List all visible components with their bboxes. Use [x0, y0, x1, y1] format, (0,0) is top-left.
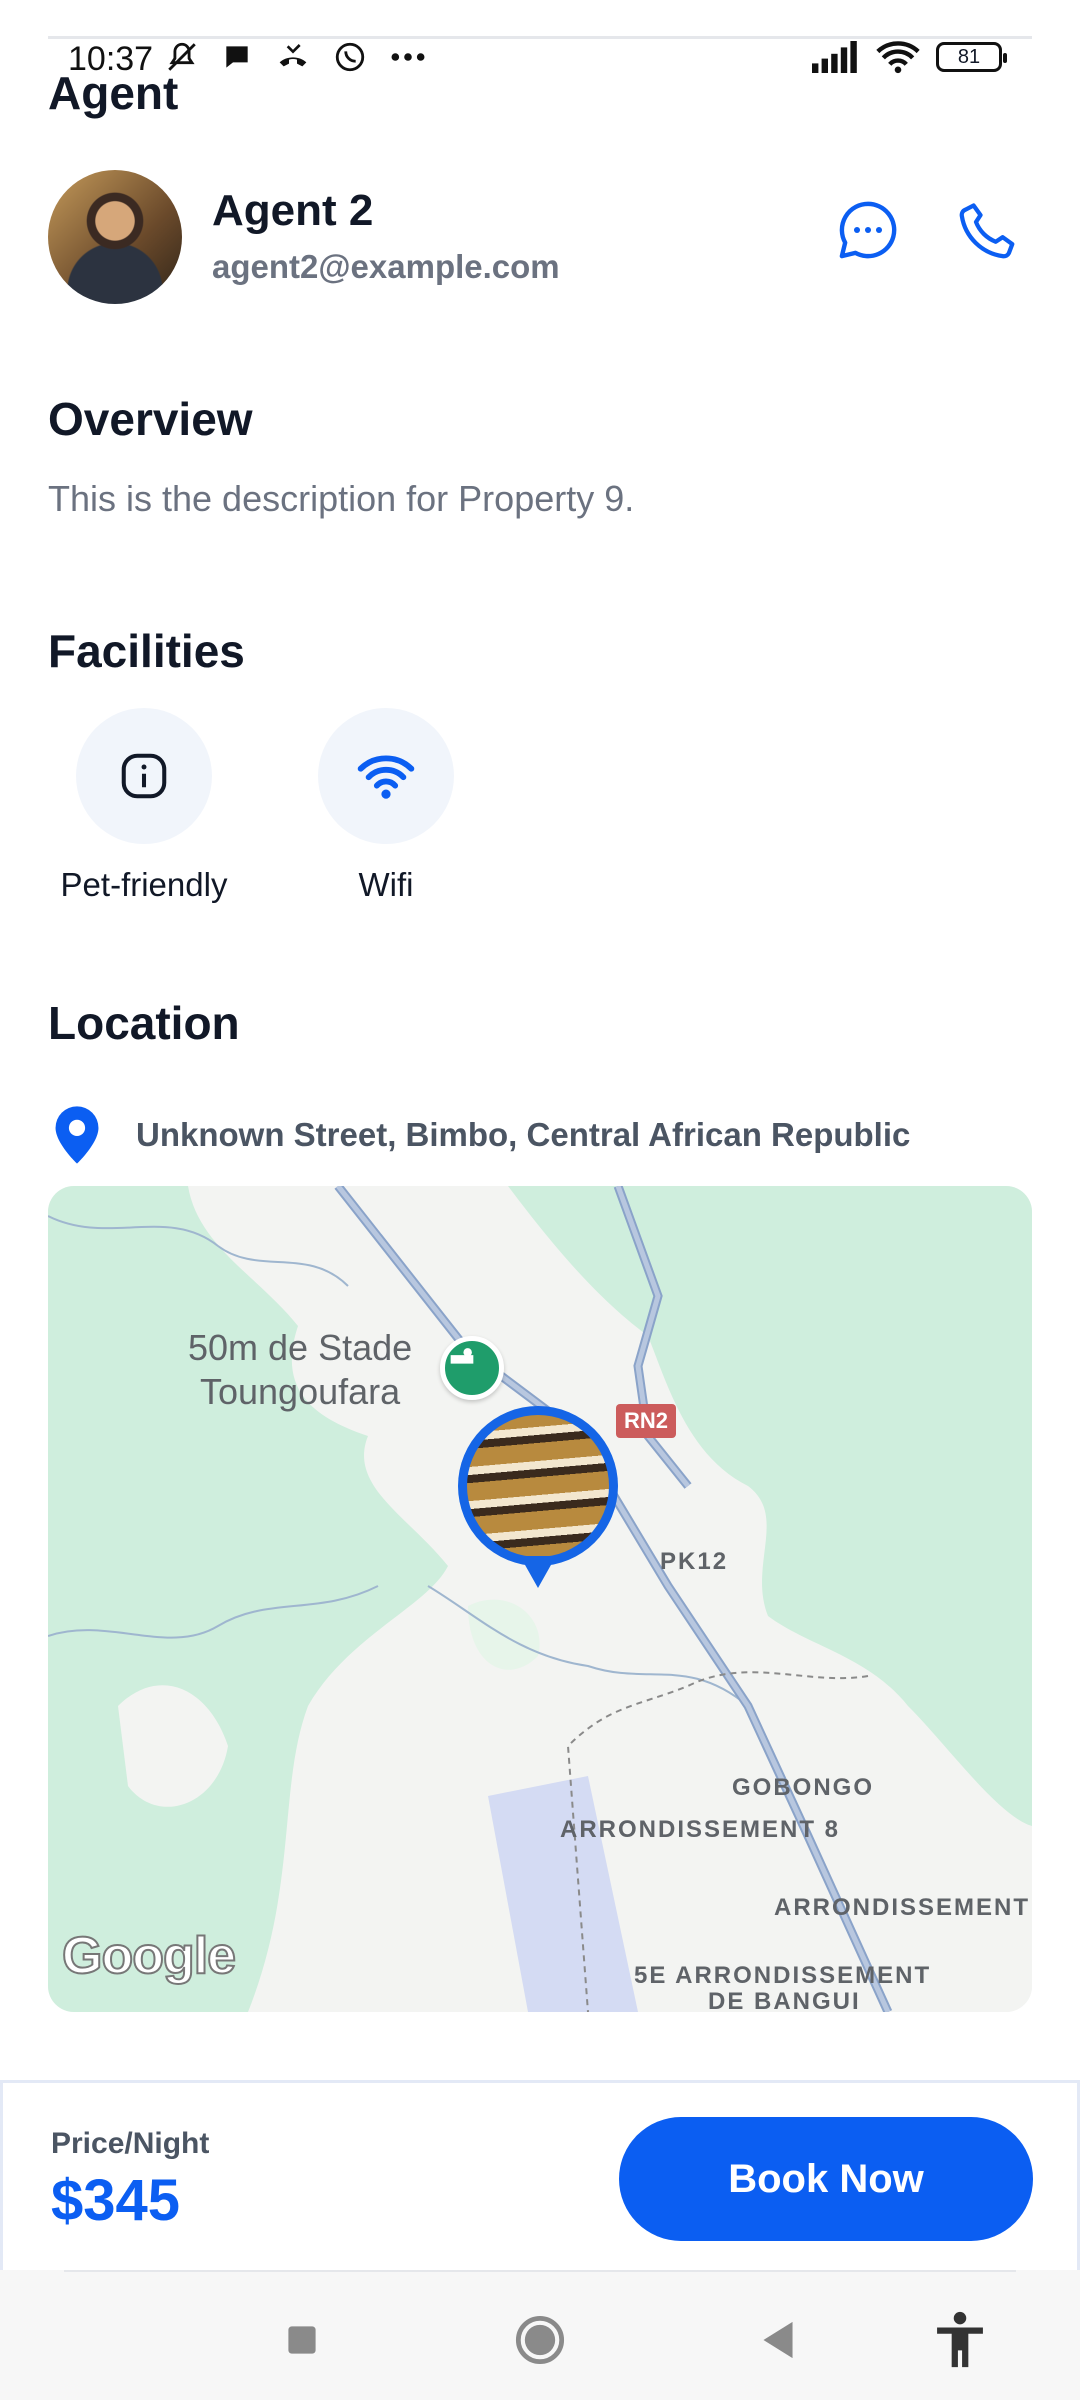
marker-tip: [520, 1556, 556, 1588]
battery-icon: 81: [936, 42, 1007, 72]
back-triangle-icon: [763, 2321, 793, 2359]
home-circle-icon: [515, 2315, 565, 2365]
google-logo: Google: [61, 1926, 237, 1986]
location-address: Unknown Street, Bimbo, Central African R…: [136, 1116, 911, 1153]
message-icon: [839, 201, 897, 259]
status-divider: [48, 36, 1032, 39]
call-agent-button[interactable]: [950, 192, 1026, 268]
stadium-poi-icon[interactable]: [440, 1336, 504, 1400]
accessibility-button[interactable]: [930, 2310, 990, 2370]
facility-pet-friendly: Pet-friendly: [54, 708, 234, 904]
marker-frame: [458, 1406, 618, 1566]
map-place-label: 50m de Stade Toungoufara: [188, 1327, 413, 1412]
accessibility-icon: [937, 2311, 983, 2368]
phone-icon: [959, 203, 1015, 259]
agent-section-title: Agent: [48, 67, 179, 119]
map-label-arrondissement-5: 5E ARRONDISSEMENT: [634, 1962, 932, 1989]
agent-name: Agent 2: [212, 186, 374, 235]
notification-icons: [165, 40, 427, 74]
location-pin-icon: [55, 1106, 99, 1164]
facilities-title: Facilities: [48, 625, 245, 677]
price-value: $345: [51, 2168, 181, 2233]
map-label-pk12: PK12: [660, 1548, 729, 1575]
price-label: Price/Night: [51, 2127, 210, 2160]
location-map[interactable]: 50m de Stade Toungoufara RN2 PK12 GOBONG…: [48, 1186, 1032, 2012]
agent-card: Agent 2 agent2@example.com: [48, 168, 1032, 306]
overview-description: This is the description for Property 9.: [48, 478, 635, 519]
facility-wifi: Wifi: [296, 708, 476, 904]
property-map-marker[interactable]: [458, 1406, 618, 1596]
recents-button[interactable]: [272, 2310, 332, 2370]
chat-bubble-icon: [226, 46, 248, 68]
missed-call-icon: [279, 44, 307, 67]
overview-title: Overview: [48, 393, 253, 445]
map-label-gobongo: GOBONGO: [732, 1774, 875, 1801]
system-navigation-bar: [0, 2270, 1080, 2400]
book-now-button[interactable]: Book Now: [619, 2117, 1033, 2241]
facility-icon-container: [318, 708, 454, 844]
system-icons: 81: [812, 40, 1007, 74]
back-button[interactable]: [748, 2310, 808, 2370]
facility-icon-container: [76, 708, 212, 844]
map-background: [48, 1186, 1032, 2012]
recents-square-icon: [288, 2326, 316, 2354]
agent-email: agent2@example.com: [212, 248, 560, 285]
facility-label: Wifi: [358, 866, 414, 903]
wifi-icon: [357, 755, 415, 799]
info-icon: [121, 753, 167, 799]
more-dots-icon: [391, 53, 425, 61]
facility-label: Pet-friendly: [60, 866, 228, 903]
home-button[interactable]: [510, 2310, 570, 2370]
property-thumbnail: [467, 1415, 609, 1557]
signal-icon: [812, 41, 857, 73]
map-label-arrondissement-8: ARRONDISSEMENT 8: [560, 1816, 841, 1843]
location-address-row: Unknown Street, Bimbo, Central African R…: [48, 1100, 1032, 1170]
whatsapp-icon: [335, 42, 365, 72]
message-agent-button[interactable]: [830, 192, 906, 268]
booking-bar: Price/Night $345 Book Now: [0, 2080, 1080, 2270]
map-label-bangui: DE BANGUI: [708, 1988, 861, 2012]
nav-divider: [64, 2270, 1016, 2272]
avatar[interactable]: [48, 170, 182, 304]
road-badge: RN2: [616, 1404, 677, 1438]
wifi-icon: [876, 41, 920, 74]
location-title: Location: [48, 997, 240, 1049]
map-label-arrondissement: ARRONDISSEMENT: [774, 1894, 1031, 1921]
